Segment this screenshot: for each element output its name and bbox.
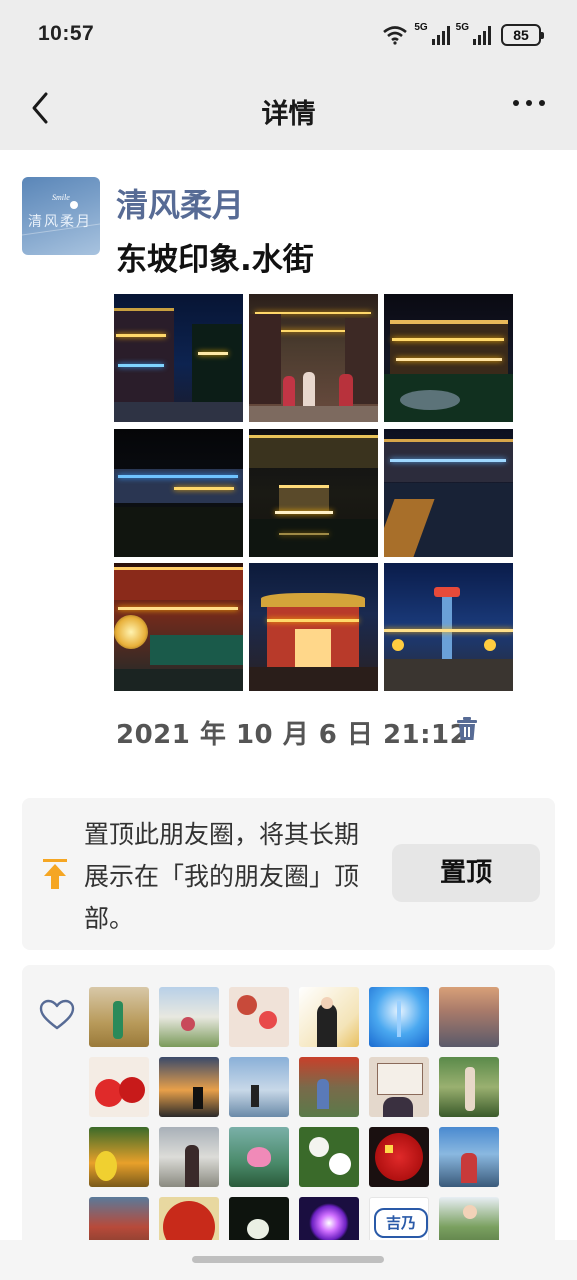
battery-level: 85 [513, 27, 529, 43]
liker-avatar[interactable] [229, 1127, 289, 1187]
heart-icon [39, 999, 75, 1030]
user-avatar[interactable]: Smile 清风柔月 [22, 177, 100, 255]
pin-to-top-card: 置顶此朋友圈，将其长期展示在「我的朋友圈」顶部。 置顶 [22, 798, 555, 950]
more-options-icon[interactable] [513, 100, 545, 106]
liker-avatar[interactable] [369, 1057, 429, 1117]
page-title: 详情 [261, 99, 316, 130]
liker-avatar[interactable] [89, 1057, 149, 1117]
liker-avatar[interactable] [89, 987, 149, 1047]
liker-avatar[interactable] [299, 1057, 359, 1117]
username-link[interactable]: 清风柔月 [116, 180, 244, 226]
likes-section: 吉乃 [22, 965, 555, 1265]
pin-to-top-icon [43, 859, 67, 889]
liker-avatar[interactable] [299, 987, 359, 1047]
network-type-2: 5G [455, 22, 469, 33]
post-text: 东坡印象.水街 [116, 242, 314, 278]
night-pavilion-reflection-photo[interactable] [249, 429, 378, 557]
status-time: 10:57 [38, 22, 95, 45]
liker-avatar[interactable] [439, 1057, 499, 1117]
nav-bar: 详情 [0, 70, 577, 150]
avatar-logo: Smile [52, 193, 70, 202]
liker-avatar[interactable] [369, 1127, 429, 1187]
pin-description: 置顶此朋友圈，将其长期展示在「我的朋友圈」顶部。 [84, 820, 360, 933]
home-indicator[interactable] [192, 1256, 384, 1263]
battery-icon: 85 [501, 24, 544, 46]
signal-icon-2 [473, 25, 491, 45]
night-tower-plaza-photo[interactable] [384, 563, 513, 691]
night-archway-photo[interactable] [249, 563, 378, 691]
post-date: 2021 年 10 月 6 日 21:12 [116, 720, 469, 750]
liker-avatar[interactable] [89, 1127, 149, 1187]
liker-avatar[interactable] [369, 987, 429, 1047]
status-bar: 10:57 5G 5G 85 [0, 0, 577, 70]
liker-avatar[interactable] [159, 1127, 219, 1187]
night-crowd-lanterns-photo[interactable] [249, 294, 378, 422]
network-type-1: 5G [414, 22, 428, 33]
liker-avatar[interactable] [439, 987, 499, 1047]
liker-avatar[interactable] [299, 1127, 359, 1187]
liker-avatar[interactable] [229, 987, 289, 1047]
liker-avatar[interactable] [159, 1057, 219, 1117]
liker-avatar[interactable] [229, 1057, 289, 1117]
pin-to-top-button[interactable]: 置顶 [392, 844, 540, 902]
signal-icon [431, 25, 450, 45]
liker-avatar[interactable] [159, 987, 219, 1047]
jiyi-logo-text: 吉乃 [374, 1208, 428, 1238]
liker-avatar[interactable] [439, 1127, 499, 1187]
night-lantern-gate-photo[interactable] [114, 563, 243, 691]
moon-icon [70, 201, 78, 209]
night-riverside-buildings-photo[interactable] [114, 429, 243, 557]
status-icons: 5G 5G 85 [382, 22, 544, 48]
night-pavilion-photo[interactable] [384, 294, 513, 422]
wifi-icon [383, 26, 408, 45]
delete-trash-icon[interactable] [455, 716, 479, 742]
night-street-photo[interactable] [114, 294, 243, 422]
night-bridge-water-photo[interactable] [384, 429, 513, 557]
